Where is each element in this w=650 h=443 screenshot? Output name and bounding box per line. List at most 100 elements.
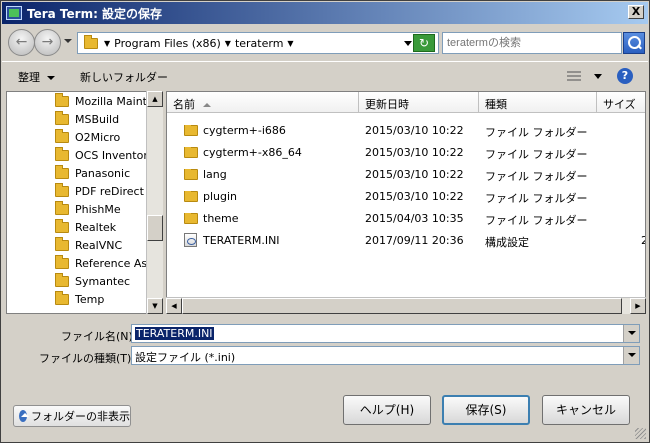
file-name: TERATERM.INI: [203, 234, 280, 247]
command-bar: 整理 新しいフォルダー ?: [2, 61, 648, 89]
folder-icon: [55, 254, 69, 269]
address-bar[interactable]: ▼ Program Files (x86) ▼ teraterm ▼: [77, 32, 439, 54]
list-item[interactable]: theme 2015/04/03 10:35 ファイル フォルダー: [167, 208, 645, 230]
breadcrumb-separator-icon[interactable]: ▼: [287, 39, 293, 48]
refresh-button[interactable]: ↻: [413, 34, 435, 52]
folder-icon: [55, 128, 69, 143]
file-list[interactable]: 名前 更新日時 種類 サイズ cygterm+-i686 2015/03/10 …: [166, 91, 646, 314]
folder-icon: [55, 236, 69, 251]
folder-icon: [55, 290, 69, 305]
view-dropdown-icon[interactable]: [594, 74, 602, 79]
folder-icon: [184, 147, 198, 158]
title-bar[interactable]: Tera Term: 設定の保存 X: [2, 2, 648, 24]
file-modified: 2015/03/10 10:22: [365, 146, 464, 159]
filetype-select[interactable]: 設定ファイル (*.ini): [131, 346, 640, 365]
scroll-thumb[interactable]: [182, 298, 622, 314]
scroll-right-icon[interactable]: ▶: [630, 298, 646, 314]
chevron-down-icon: [47, 76, 55, 80]
tree-scrollbar[interactable]: ▲ ▼: [146, 91, 163, 314]
resize-grip-icon[interactable]: [635, 428, 646, 439]
hide-folders-label: フォルダーの非表示: [31, 410, 130, 423]
help-button[interactable]: ヘルプ(H): [343, 395, 431, 425]
tree-item[interactable]: Temp: [55, 290, 155, 308]
file-modified: 2017/09/11 20:36: [365, 234, 464, 247]
breadcrumb-teraterm[interactable]: teraterm: [235, 37, 283, 50]
tree-item[interactable]: Reference Assemblies: [55, 254, 155, 272]
search-input[interactable]: [442, 32, 622, 54]
tree-item[interactable]: MSBuild: [55, 110, 155, 128]
tree-item[interactable]: Realtek: [55, 218, 155, 236]
filename-field[interactable]: TERATERM.INI: [131, 324, 640, 343]
folder-icon: [55, 182, 69, 197]
column-header-name[interactable]: 名前: [167, 92, 359, 113]
file-type: ファイル フォルダー: [485, 148, 588, 161]
cancel-button[interactable]: キャンセル: [542, 395, 630, 425]
save-dialog: Tera Term: 設定の保存 X ← → ▼ Program Files (…: [0, 0, 650, 443]
scroll-left-icon[interactable]: ◀: [166, 298, 182, 314]
help-icon[interactable]: ?: [617, 68, 633, 84]
folder-icon: [55, 146, 69, 161]
file-modified: 2015/03/10 10:22: [365, 168, 464, 181]
folder-icon: [184, 125, 198, 136]
filetype-label: ファイルの種類(T):: [39, 352, 136, 365]
tree-item[interactable]: O2Micro: [55, 128, 155, 146]
breadcrumb-separator-icon[interactable]: ▼: [225, 39, 231, 48]
column-header-modified[interactable]: 更新日時: [359, 92, 479, 113]
close-button[interactable]: X: [628, 5, 644, 19]
search-icon[interactable]: [623, 32, 645, 54]
folder-icon: [84, 34, 98, 49]
breadcrumb-program-files[interactable]: Program Files (x86): [114, 37, 221, 50]
folder-icon: [55, 164, 69, 179]
chevron-down-icon[interactable]: [623, 325, 639, 342]
scroll-thumb[interactable]: [147, 215, 163, 241]
collapse-up-icon: [19, 410, 29, 422]
list-item[interactable]: cygterm+-i686 2015/03/10 10:22 ファイル フォルダ…: [167, 120, 645, 142]
tree-item[interactable]: Symantec: [55, 272, 155, 290]
list-item[interactable]: cygterm+-x86_64 2015/03/10 10:22 ファイル フォ…: [167, 142, 645, 164]
forward-button[interactable]: →: [34, 29, 61, 56]
teraterm-app-icon: [6, 6, 22, 20]
hide-folders-button[interactable]: フォルダーの非表示: [13, 405, 131, 427]
file-type: ファイル フォルダー: [485, 192, 588, 205]
tree-item[interactable]: RealVNC: [55, 236, 155, 254]
breadcrumb-separator-icon[interactable]: ▼: [104, 39, 110, 48]
tree-item[interactable]: Mozilla Maintenance: [55, 92, 155, 110]
list-item[interactable]: plugin 2015/03/10 10:22 ファイル フォルダー: [167, 186, 645, 208]
column-header-type[interactable]: 種類: [479, 92, 597, 113]
refresh-icon: ↻: [418, 36, 430, 50]
sort-ascending-icon: [203, 103, 211, 107]
settings-file-icon: [184, 233, 197, 247]
new-folder-button[interactable]: 新しいフォルダー: [80, 69, 168, 85]
list-item[interactable]: lang 2015/03/10 10:22 ファイル フォルダー: [167, 164, 645, 186]
view-options-icon[interactable]: [567, 71, 581, 81]
file-name: cygterm+-x86_64: [203, 146, 302, 159]
back-arrow-icon: ←: [15, 34, 28, 50]
scroll-down-icon[interactable]: ▼: [147, 298, 163, 314]
folder-icon: [184, 169, 198, 180]
back-button[interactable]: ←: [8, 29, 35, 56]
folder-icon: [55, 110, 69, 125]
tree-item[interactable]: OCS Inventory: [55, 146, 155, 164]
file-type: 構成設定: [485, 236, 529, 249]
filename-value[interactable]: TERATERM.INI: [135, 327, 214, 340]
file-type: ファイル フォルダー: [485, 126, 588, 139]
organize-menu[interactable]: 整理: [18, 69, 55, 85]
file-name: cygterm+-i686: [203, 124, 286, 137]
tree-item[interactable]: PDF reDirect: [55, 182, 155, 200]
list-item[interactable]: TERATERM.INI 2017/09/11 20:36 構成設定 2: [167, 230, 645, 252]
window-title: Tera Term: 設定の保存: [27, 6, 163, 21]
tree-item[interactable]: Panasonic: [55, 164, 155, 182]
address-history-dropdown[interactable]: [404, 41, 412, 46]
column-header-size[interactable]: サイズ: [597, 92, 645, 113]
file-name: lang: [203, 168, 227, 181]
file-name: plugin: [203, 190, 238, 203]
save-button[interactable]: 保存(S): [442, 395, 530, 425]
tree-item[interactable]: PhishMe: [55, 200, 155, 218]
folder-tree[interactable]: Mozilla Maintenance MSBuild O2Micro OCS …: [6, 91, 163, 314]
scroll-up-icon[interactable]: ▲: [147, 91, 163, 107]
recent-locations-dropdown[interactable]: [64, 39, 72, 43]
file-modified: 2015/03/10 10:22: [365, 190, 464, 203]
file-list-hscrollbar[interactable]: ◀ ▶: [166, 297, 646, 314]
chevron-down-icon[interactable]: [623, 347, 639, 364]
file-type: ファイル フォルダー: [485, 214, 588, 227]
